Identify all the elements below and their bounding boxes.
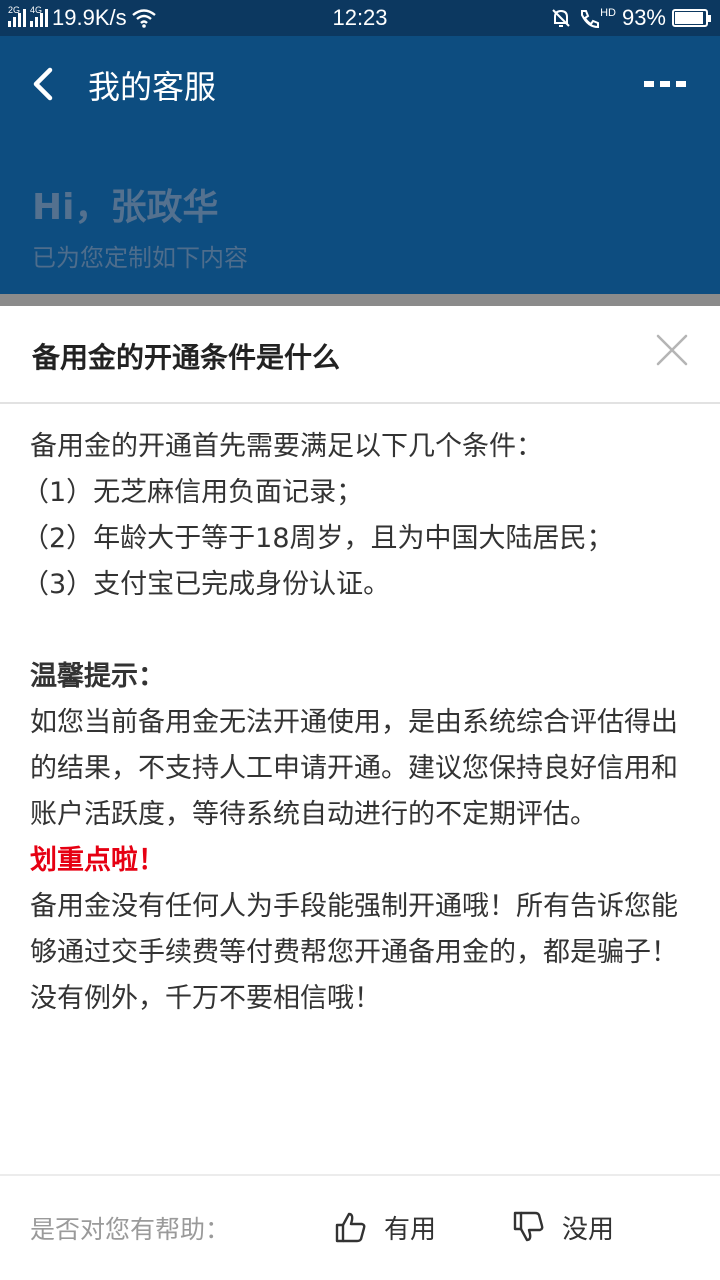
helpful-question: 是否对您有帮助： bbox=[30, 1215, 231, 1244]
thumbs-up-icon bbox=[335, 1212, 366, 1243]
tip-body: 如您当前备用金无法开通使用，是由系统综合评估得出的结果，不支持人工申请开通。建议… bbox=[30, 707, 678, 830]
tip-heading: 温馨提示： bbox=[30, 661, 165, 692]
page-title: 我的客服 bbox=[88, 68, 217, 106]
condition-item: （1）无芝麻信用负面记录； bbox=[22, 477, 364, 508]
battery-fill bbox=[675, 12, 703, 24]
useless-label: 没用 bbox=[562, 1214, 615, 1245]
back-icon[interactable] bbox=[28, 62, 68, 106]
thumbs-down-icon bbox=[513, 1211, 544, 1242]
condition-item: （2）年龄大于等于18周岁，且为中国大陆居民； bbox=[22, 523, 614, 554]
sheet-title: 备用金的开通条件是什么 bbox=[32, 341, 341, 374]
close-icon[interactable] bbox=[654, 332, 690, 368]
bell-muted-icon bbox=[552, 9, 570, 27]
useful-button[interactable]: 有用 bbox=[334, 1204, 436, 1250]
status-bar: 2G 4G 19.9K/s 12:23 HD 93% bbox=[0, 0, 720, 36]
more-options-icon[interactable] bbox=[644, 76, 692, 92]
useful-label: 有用 bbox=[384, 1214, 437, 1245]
battery-icon bbox=[672, 9, 711, 27]
hd-label: HD bbox=[600, 7, 616, 19]
battery-percent: 93% bbox=[621, 5, 666, 30]
header: 我的客服 Hi，张政华 已为您定制如下内容 bbox=[0, 36, 720, 294]
hd-call-icon bbox=[581, 10, 600, 29]
faq-sheet: 备用金的开通条件是什么 备用金的开通首先需要满足以下几个条件： （1）无芝麻信用… bbox=[0, 306, 720, 1280]
warning-body: 备用金没有任何人为手段能强制开通哦！所有告诉您能够通过交手续费等付费帮您开通备用… bbox=[30, 891, 678, 1014]
greeting-subtitle: 已为您定制如下内容 bbox=[32, 244, 248, 272]
answer-content: 备用金的开通首先需要满足以下几个条件： （1）无芝麻信用负面记录； （2）年龄大… bbox=[22, 424, 694, 1022]
divider bbox=[0, 402, 720, 404]
divider bbox=[0, 1174, 720, 1176]
highlight-heading: 划重点啦！ bbox=[30, 845, 165, 876]
overlay-dim bbox=[0, 294, 720, 306]
useless-button[interactable]: 没用 bbox=[512, 1204, 614, 1250]
status-right: HD 93% bbox=[550, 5, 711, 31]
condition-item: （3）支付宝已完成身份认证。 bbox=[22, 569, 391, 600]
greeting: Hi，张政华 bbox=[32, 187, 219, 228]
condition-intro: 备用金的开通首先需要满足以下几个条件： bbox=[30, 431, 543, 462]
